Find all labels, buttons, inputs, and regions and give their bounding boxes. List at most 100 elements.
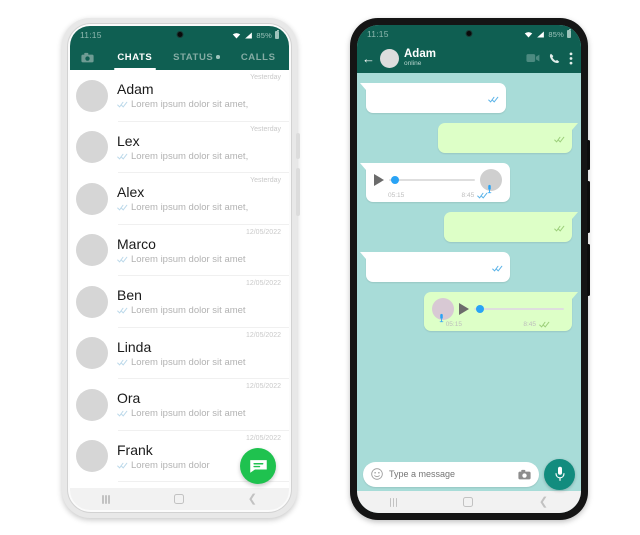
chat-preview-row: Lorem ipsum dolor sit amet, bbox=[117, 254, 246, 265]
audio-progress-track[interactable] bbox=[389, 174, 476, 186]
voice-message-avatar bbox=[480, 169, 503, 194]
chat-list-item[interactable]: Marco Lorem ipsum dolor sit amet, 12/05/20… bbox=[70, 225, 289, 277]
voice-timestamp-group: 8:45 bbox=[523, 321, 550, 328]
phone-right-power-button[interactable] bbox=[587, 140, 590, 170]
tab-chats-label: CHATS bbox=[117, 51, 153, 63]
message-status-ticks bbox=[554, 219, 565, 237]
voice-sent-time: 8:45 bbox=[461, 192, 475, 199]
outgoing-message-bubble[interactable] bbox=[444, 212, 578, 242]
new-chat-icon bbox=[249, 459, 267, 473]
chat-list-item[interactable]: Linda Lorem ipsum dolor sit amet, 12/05/20… bbox=[70, 328, 289, 380]
new-chat-fab[interactable] bbox=[240, 448, 276, 484]
double-check-icon bbox=[539, 321, 550, 328]
tab-status-label: STATUS bbox=[173, 51, 214, 63]
avatar[interactable] bbox=[76, 388, 108, 421]
message-input-pill[interactable] bbox=[363, 461, 539, 487]
double-check-icon bbox=[117, 153, 128, 160]
chat-list-item[interactable]: Lex Lorem ipsum dolor sit amet, Yesterday bbox=[70, 122, 289, 174]
status-bar-indicators: 85% bbox=[524, 29, 571, 39]
cellular-signal-icon bbox=[245, 32, 253, 38]
contact-info[interactable]: Adam online bbox=[404, 48, 521, 68]
voice-call-icon[interactable] bbox=[549, 53, 560, 64]
back-arrow-icon[interactable]: ← bbox=[362, 52, 375, 65]
chat-list-item[interactable]: Ora Lorem ipsum dolor sit amet, 12/05/2022 bbox=[70, 379, 289, 431]
voice-message-times: 05:15 8:45 bbox=[432, 321, 564, 328]
contact-presence-status: online bbox=[404, 60, 422, 68]
chat-message-preview: Lorem ipsum dolor bbox=[131, 459, 210, 471]
audio-progress-handle[interactable] bbox=[475, 305, 484, 313]
voice-duration: 05:15 bbox=[445, 321, 462, 328]
audio-progress-handle[interactable] bbox=[391, 176, 399, 184]
voice-sent-time: 8:45 bbox=[523, 321, 536, 328]
emoji-icon[interactable] bbox=[371, 468, 383, 480]
status-unread-badge-icon bbox=[216, 55, 220, 59]
chat-item-texts: Alex Lorem ipsum dolor sit amet, bbox=[117, 184, 250, 213]
voice-timestamp-group: 8:45 bbox=[462, 192, 489, 199]
camera-icon[interactable] bbox=[518, 469, 531, 480]
message-input-bar bbox=[357, 457, 581, 491]
phone-right-volume-up-button[interactable] bbox=[587, 181, 590, 233]
voice-record-button[interactable] bbox=[544, 458, 575, 490]
chat-message-preview: Lorem ipsum dolor sit amet, bbox=[131, 99, 249, 111]
chat-item-texts: Ben Lorem ipsum dolor sit amet, bbox=[117, 287, 246, 316]
chat-list-item[interactable]: Alex Lorem ipsum dolor sit amet, Yesterday bbox=[70, 173, 289, 225]
chat-message-preview: Lorem ipsum dolor sit amet, bbox=[131, 150, 249, 162]
message-input[interactable] bbox=[389, 469, 512, 479]
avatar[interactable] bbox=[76, 131, 108, 164]
tab-status[interactable]: STATUS bbox=[166, 44, 228, 70]
double-check-icon bbox=[117, 410, 128, 417]
contact-avatar[interactable] bbox=[380, 48, 399, 68]
more-options-icon[interactable] bbox=[569, 51, 573, 65]
chat-list[interactable]: Adam Lorem ipsum dolor sit amet, Yesterday… bbox=[70, 70, 289, 488]
tab-chats[interactable]: CHATS bbox=[104, 44, 166, 70]
status-bar-time: 11:15 bbox=[367, 29, 389, 39]
avatar[interactable] bbox=[76, 182, 108, 215]
phone-right-screen: 11:15 85% ← Adam online 05:15 8:45 05:15… bbox=[357, 25, 581, 513]
play-icon[interactable] bbox=[374, 174, 384, 186]
avatar[interactable] bbox=[76, 337, 108, 370]
audio-progress-track[interactable] bbox=[473, 303, 564, 315]
play-icon[interactable] bbox=[458, 303, 469, 315]
tab-calls[interactable]: CALLS bbox=[227, 44, 289, 70]
chat-message-preview: Lorem ipsum dolor sit amet, bbox=[131, 253, 246, 265]
camera-icon bbox=[80, 52, 94, 62]
phone-right-volume-down-button[interactable] bbox=[587, 244, 590, 296]
back-icon[interactable]: ❮ bbox=[248, 493, 257, 505]
header-actions bbox=[526, 51, 573, 65]
message-thread[interactable]: 05:15 8:45 05:15 8:45 bbox=[357, 73, 581, 457]
chat-timestamp: 12/05/2022 bbox=[245, 383, 281, 390]
double-check-icon bbox=[117, 462, 128, 469]
outgoing-message-bubble[interactable] bbox=[438, 123, 578, 153]
tab-camera[interactable] bbox=[70, 52, 104, 63]
phone-left-volume-button[interactable] bbox=[296, 168, 300, 216]
avatar[interactable] bbox=[76, 285, 108, 318]
video-call-icon[interactable] bbox=[526, 53, 540, 63]
chat-message-preview: Lorem ipsum dolor sit amet, bbox=[131, 305, 246, 317]
voice-message-times: 05:15 8:45 bbox=[374, 192, 502, 199]
home-icon[interactable] bbox=[463, 497, 474, 507]
avatar[interactable] bbox=[76, 440, 108, 473]
phone-left-screen: 11:15 85% CHATS STATUS CALLS Adam Lorem … bbox=[70, 26, 289, 510]
incoming-voice-message[interactable]: 05:15 8:45 bbox=[359, 163, 511, 202]
avatar[interactable] bbox=[76, 79, 108, 112]
double-check-icon bbox=[117, 101, 128, 108]
chat-preview-row: Lorem ipsum dolor sit amet, bbox=[117, 99, 250, 110]
chat-timestamp: Yesterday bbox=[250, 177, 281, 184]
chat-item-texts: Ora Lorem ipsum dolor sit amet, bbox=[117, 390, 246, 419]
chat-list-item[interactable]: Ben Lorem ipsum dolor sit amet, 12/05/2022 bbox=[70, 276, 289, 328]
microphone-icon bbox=[439, 313, 444, 323]
home-icon[interactable] bbox=[173, 494, 184, 504]
chat-message-preview: Lorem ipsum dolor sit amet, bbox=[131, 356, 246, 368]
recents-icon[interactable] bbox=[389, 497, 398, 507]
chat-list-item[interactable]: Adam Lorem ipsum dolor sit amet, Yesterday bbox=[70, 70, 289, 122]
back-icon[interactable]: ❮ bbox=[539, 496, 548, 508]
phone-left-power-button[interactable] bbox=[296, 133, 300, 159]
recents-icon[interactable] bbox=[102, 494, 110, 504]
outgoing-voice-message[interactable]: 05:15 8:45 bbox=[423, 292, 579, 331]
avatar[interactable] bbox=[76, 234, 108, 267]
incoming-message-bubble[interactable] bbox=[359, 252, 511, 282]
incoming-message-bubble[interactable] bbox=[359, 83, 507, 113]
chat-contact-name: Adam bbox=[117, 81, 154, 98]
conversation-header: ← Adam online bbox=[357, 43, 581, 73]
voice-player-row bbox=[374, 169, 503, 194]
